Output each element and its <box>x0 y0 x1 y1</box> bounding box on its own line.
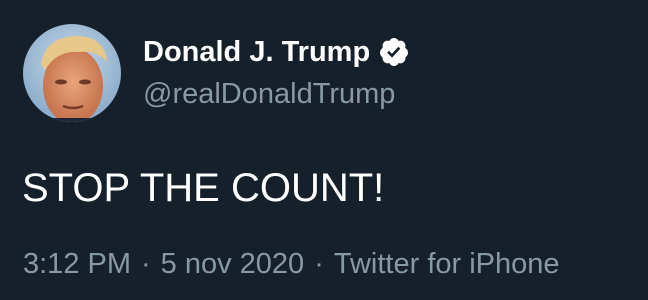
meta-separator: · <box>314 248 324 280</box>
tweet-text: STOP THE COUNT! <box>22 166 385 210</box>
tweet-time-link[interactable]: 3:12 PM <box>23 246 131 282</box>
author-name-row: Donald J. Trump <box>143 34 410 70</box>
tweet-meta: 3:12 PM · 5 nov 2020 · Twitter for iPhon… <box>23 246 560 282</box>
avatar-image <box>23 24 121 122</box>
author-handle[interactable]: @realDonaldTrump <box>143 76 395 112</box>
tweet-source-link[interactable]: Twitter for iPhone <box>334 246 560 282</box>
verified-badge-icon <box>378 36 410 68</box>
tweet-date-link[interactable]: 5 nov 2020 <box>161 246 305 282</box>
tweet-card: Donald J. Trump @realDonaldTrump STOP TH… <box>0 0 648 300</box>
author-display-name[interactable]: Donald J. Trump <box>143 34 370 70</box>
meta-separator: · <box>141 248 151 280</box>
avatar[interactable] <box>23 24 121 122</box>
